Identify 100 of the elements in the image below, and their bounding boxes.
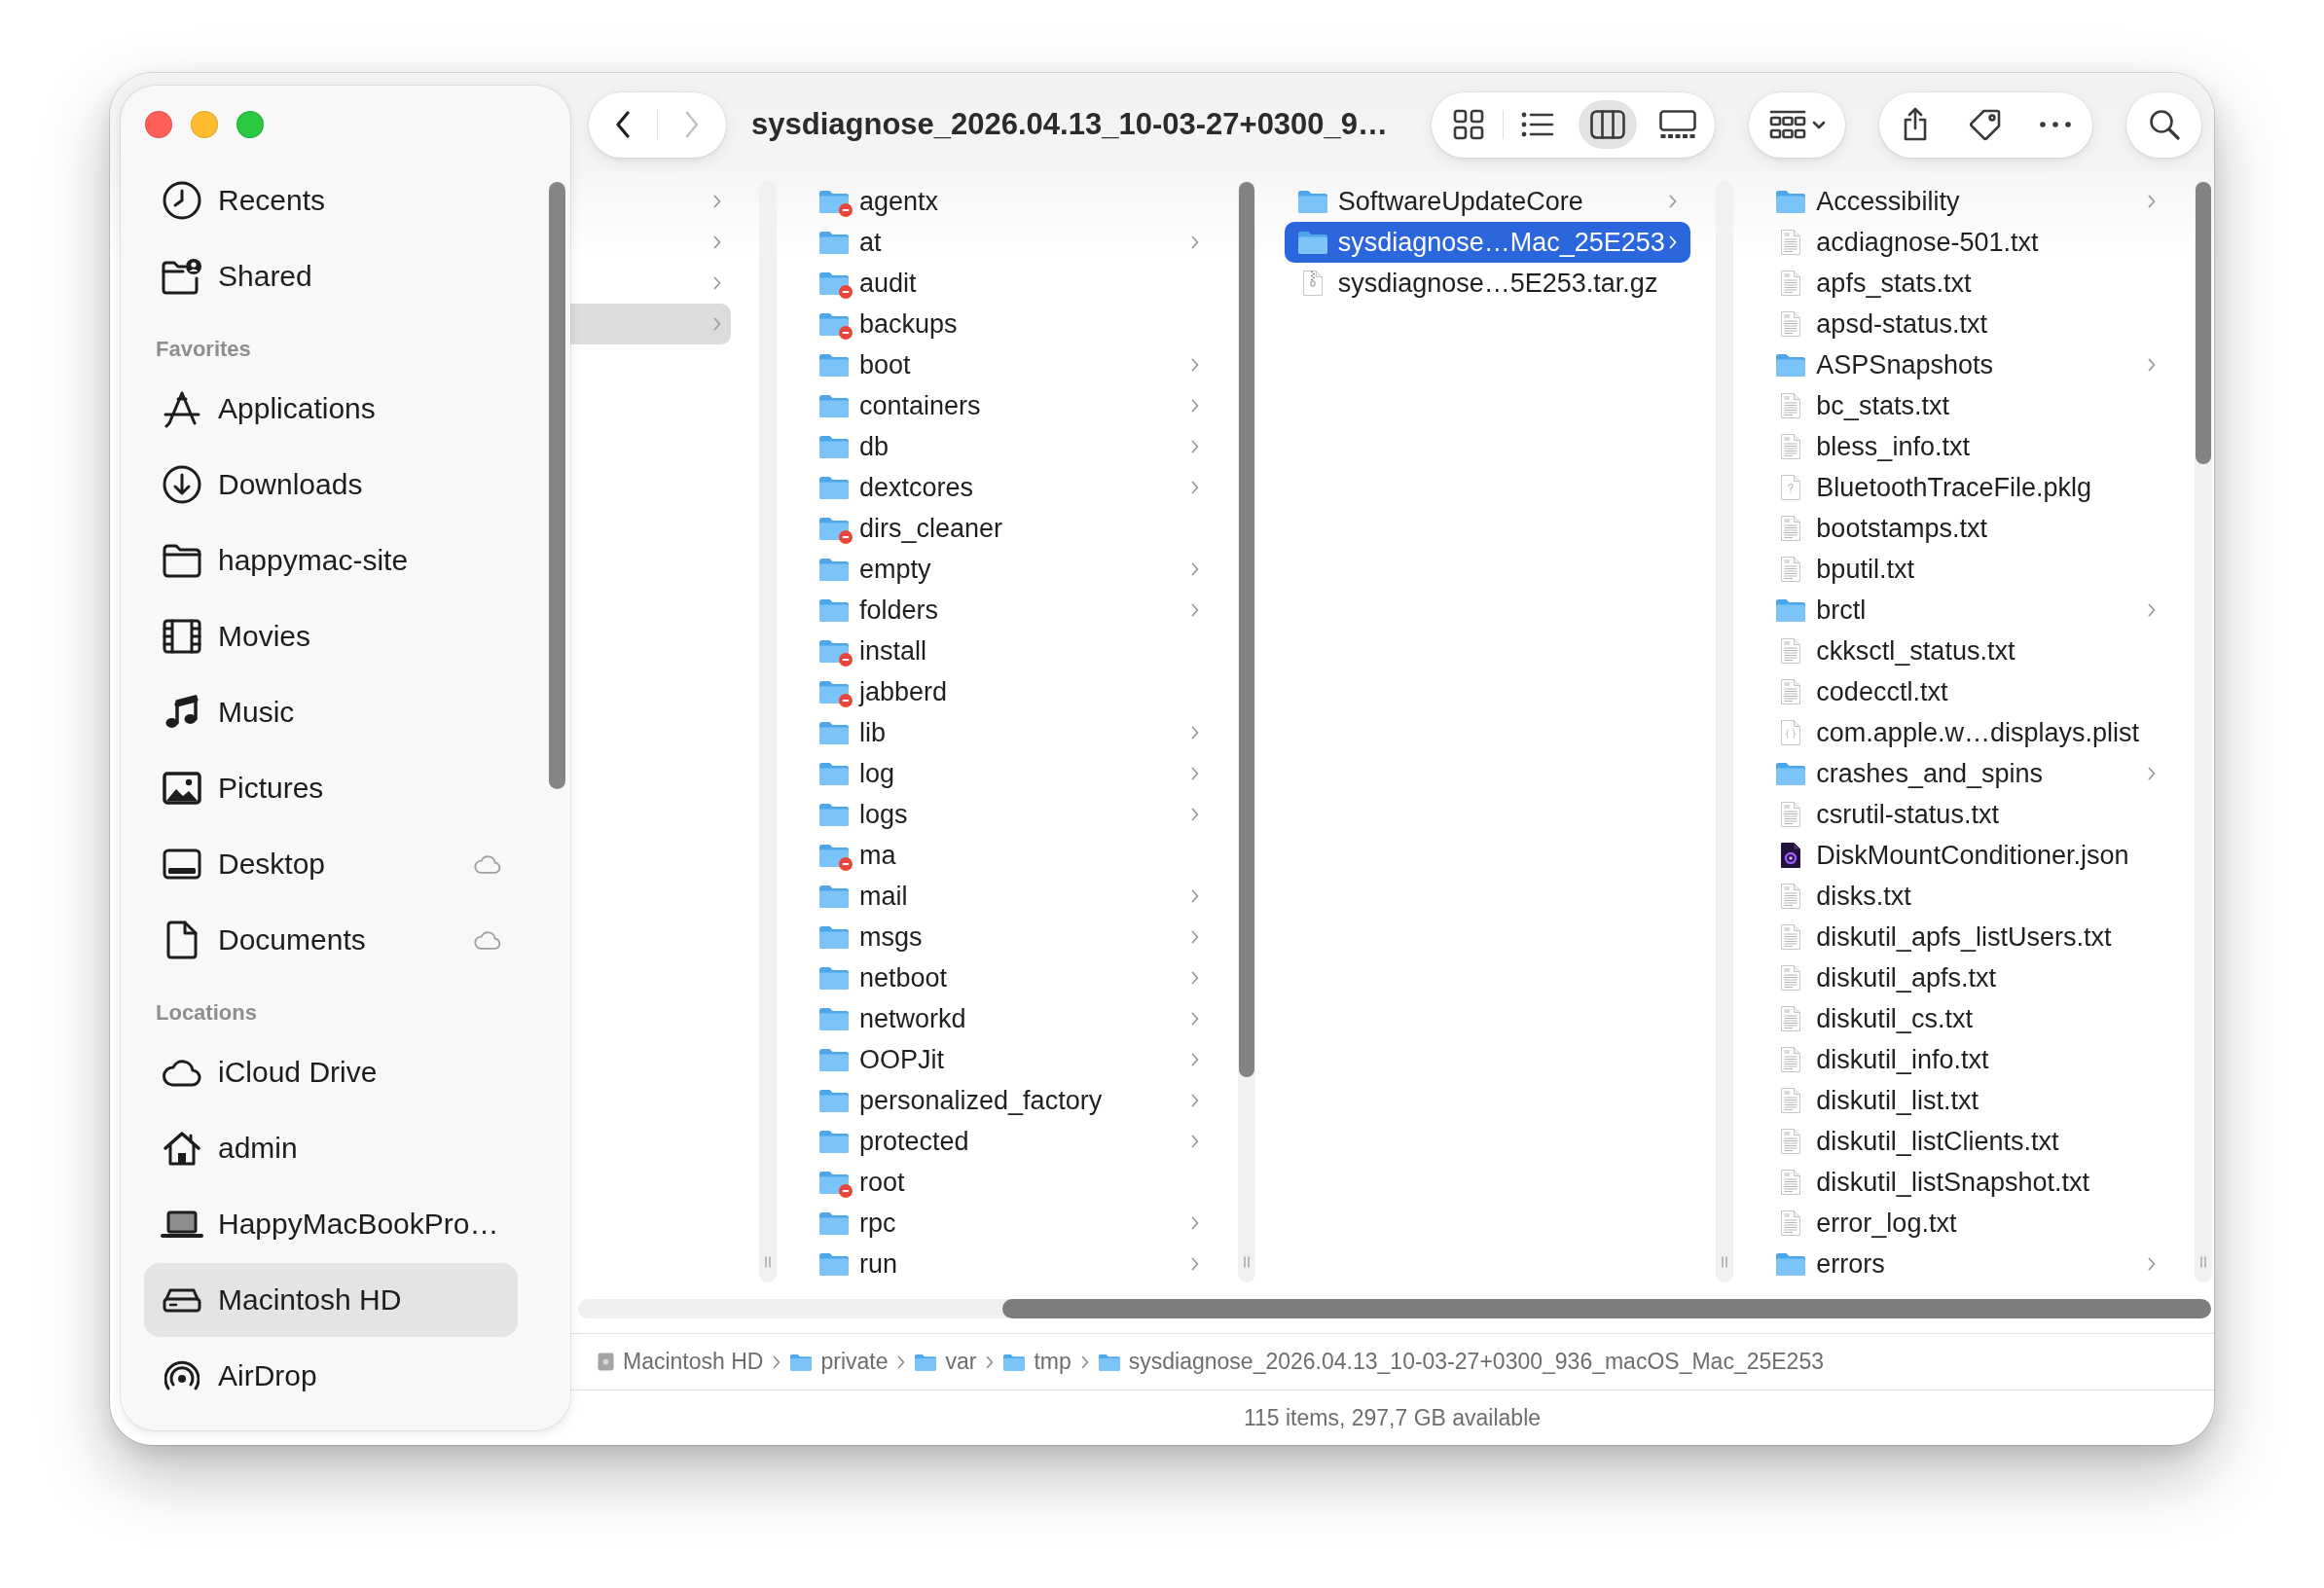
sidebar-item[interactable]: Pictures [144,751,518,825]
folder-row[interactable]: lib [806,712,1213,753]
sidebar-item[interactable]: Recents [144,163,518,237]
scrollbar-thumb[interactable] [2196,182,2211,464]
file-row[interactable]: bootstamps.txt [1762,508,2169,549]
folder-row[interactable]: OOPJit [806,1039,1213,1080]
sidebar-item[interactable]: AirDrop [144,1339,518,1413]
file-row[interactable]: com.apple.w…displays.plist [1762,712,2169,753]
sidebar-item[interactable]: iCloud Drive [144,1035,518,1109]
folder-row[interactable]: networkd [806,998,1213,1039]
folder-row[interactable]: jabberd [806,671,1213,712]
file-row[interactable]: diskutil_apfs.txt [1762,957,2169,998]
folder-icon [819,762,849,785]
sidebar-item[interactable]: Shared [144,239,518,313]
folder-row[interactable]: at [806,222,1213,263]
folder-row[interactable]: protected [806,1121,1213,1162]
sidebar-item[interactable]: admin [144,1111,518,1185]
sidebar-item[interactable]: Movies [144,599,518,673]
film-icon [163,619,201,654]
file-row[interactable]: sysdiagnose…5E253.tar.gz [1284,263,1691,304]
folder-row[interactable]: SoftwareUpdateCore [1284,181,1691,222]
folder-row[interactable]: backups [806,304,1213,344]
scrollbar-thumb[interactable] [549,182,565,789]
folder-row[interactable]: boot [806,344,1213,385]
folder-row[interactable]: folders [806,590,1213,631]
list-row[interactable] [570,304,731,344]
folder-row[interactable]: logs [806,794,1213,835]
view-mode-button[interactable] [1579,100,1637,149]
section-header: Favorites [155,336,252,363]
window-title: sysdiagnose_2026.04.13_10-03-27+0300_9… [751,107,1389,142]
folder-row[interactable]: personalized_factory [806,1080,1213,1121]
sidebar-item[interactable]: Music [144,675,518,749]
file-row[interactable]: diskutil_list.txt [1762,1080,2169,1121]
folder-row[interactable]: log [806,753,1213,794]
file-row[interactable]: BluetoothTraceFile.pklg [1762,467,2169,508]
resize-grip-icon[interactable] [764,1256,772,1268]
folder-row[interactable]: dirs_cleaner [806,508,1213,549]
file-row[interactable]: ckksctl_status.txt [1762,631,2169,671]
file-row[interactable]: disks.txt [1762,876,2169,917]
resize-grip-icon[interactable] [1721,1256,1729,1268]
path-item[interactable]: var [915,1349,977,1375]
folder-row[interactable]: db [806,426,1213,467]
sidebar-item[interactable]: Documents [144,903,518,977]
resize-grip-icon[interactable] [2199,1256,2207,1268]
close-button[interactable] [145,111,172,138]
file-row[interactable]: apsd-status.txt [1762,304,2169,344]
file-row[interactable]: bc_stats.txt [1762,385,2169,426]
resize-grip-icon[interactable] [1242,1256,1251,1268]
sidebar-item[interactable]: Downloads [144,448,518,522]
scrollbar-thumb[interactable] [1238,182,1254,1077]
path-item[interactable]: sysdiagnose_2026.04.13_10-03-27+0300_936_macOS_Mac_25E253 [1098,1349,1824,1375]
sidebar-item[interactable]: Applications [144,372,518,446]
folder-row[interactable]: rpc [806,1203,1213,1244]
folder-row[interactable]: empty [806,549,1213,590]
folder-row[interactable]: root [806,1162,1213,1203]
folder-row[interactable]: audit [806,263,1213,304]
folder-row[interactable]: mail [806,876,1213,917]
file-row[interactable]: acdiagnose-501.txt [1762,222,2169,263]
file-row[interactable]: codecctl.txt [1762,671,2169,712]
file-row[interactable]: diskutil_listSnapshot.txt [1762,1162,2169,1203]
folder-row[interactable]: crashes_and_spins [1762,753,2169,794]
file-row[interactable]: csrutil-status.txt [1762,794,2169,835]
sidebar-item[interactable]: Macintosh HD [144,1263,518,1337]
file-row[interactable]: diskutil_cs.txt [1762,998,2169,1039]
file-row[interactable]: bless_info.txt [1762,426,2169,467]
folder-row[interactable]: ma [806,835,1213,876]
file-row[interactable]: bputil.txt [1762,549,2169,590]
folder-icon [819,231,849,254]
file-row[interactable]: diskutil_apfs_listUsers.txt [1762,917,2169,957]
path-item[interactable]: tmp [1003,1349,1071,1375]
folder-row[interactable]: dextcores [806,467,1213,508]
file-row[interactable]: apfs_stats.txt [1762,263,2169,304]
folder-row[interactable]: agentx [806,181,1213,222]
minimize-button[interactable] [191,111,218,138]
folder-row[interactable]: install [806,631,1213,671]
folder-row[interactable]: containers [806,385,1213,426]
file-row[interactable]: diskutil_info.txt [1762,1039,2169,1080]
search-button[interactable] [2126,91,2201,158]
sidebar-item[interactable]: HappyMacBookPro… [144,1187,518,1261]
folder-row[interactable]: ASPSnapshots [1762,344,2169,385]
file-row[interactable]: diskutil_listClients.txt [1762,1121,2169,1162]
folder-row[interactable]: netboot [806,957,1213,998]
file-row[interactable]: DiskMountConditioner.json [1762,835,2169,876]
cloud-icon [162,1057,202,1088]
text-document-icon [1780,1209,1802,1237]
sidebar-item[interactable]: Desktop [144,827,518,901]
scrollbar-thumb[interactable] [1002,1299,2211,1318]
chevron-right-icon [1080,1354,1089,1369]
sidebar-item[interactable]: happymac-site [144,523,518,597]
file-row[interactable]: error_log.txt [1762,1203,2169,1244]
folder-row[interactable]: msgs [806,917,1213,957]
zoom-button[interactable] [236,111,264,138]
path-item[interactable]: private [790,1349,889,1375]
folder-row[interactable]: errors [1762,1244,2169,1284]
folder-row[interactable]: run [806,1244,1213,1284]
group-button[interactable] [1749,91,1845,158]
path-item[interactable]: Macintosh HD [598,1349,764,1375]
folder-row[interactable]: sysdiagnose…Mac_25E253 [1284,222,1691,263]
folder-row[interactable]: Accessibility [1762,181,2169,222]
folder-row[interactable]: brctl [1762,590,2169,631]
